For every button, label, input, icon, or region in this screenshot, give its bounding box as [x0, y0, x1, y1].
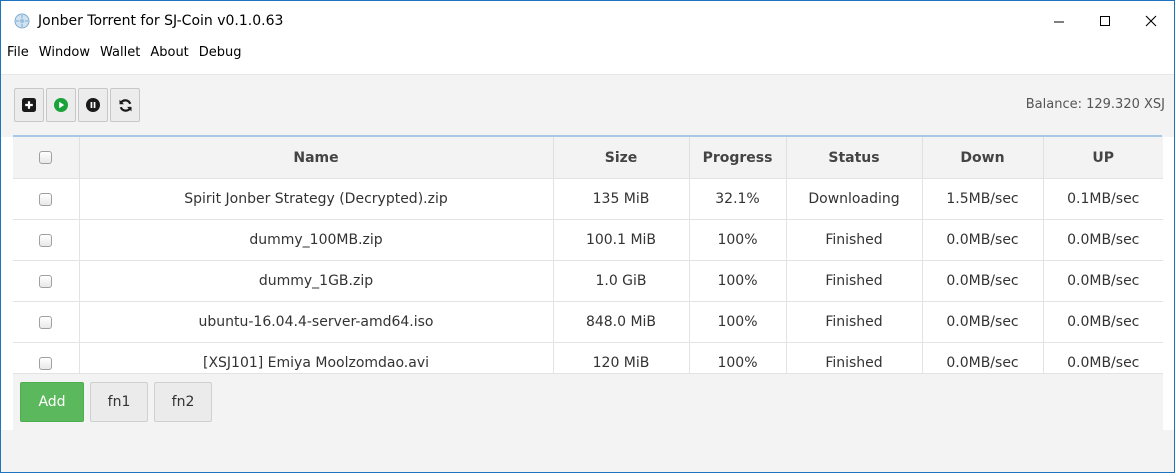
- cell-progress: 32.1%: [688, 178, 786, 220]
- table-row[interactable]: Spirit Jonber Strategy (Decrypted).zip 1…: [13, 178, 1163, 220]
- cell-up: 0.0MB/sec: [1042, 219, 1163, 261]
- app-logo-icon: [14, 13, 30, 29]
- cell-progress: 100%: [688, 260, 786, 302]
- row-checkbox[interactable]: [39, 356, 53, 370]
- cell-down: 0.0MB/sec: [921, 301, 1043, 343]
- cell-down: 0.0MB/sec: [921, 260, 1043, 302]
- minimize-button[interactable]: [1036, 1, 1082, 41]
- menu-wallet[interactable]: Wallet: [100, 45, 140, 60]
- refresh-icon: [119, 98, 131, 112]
- fn1-button[interactable]: fn1: [90, 382, 148, 422]
- cell-down: 1.5MB/sec: [921, 178, 1043, 220]
- menu-bar: File Window Wallet About Debug: [1, 41, 1174, 63]
- cell-size: 100.1 MiB: [552, 219, 689, 261]
- cell-progress: 100%: [688, 301, 786, 343]
- cell-name: dummy_1GB.zip: [78, 260, 553, 302]
- table-row[interactable]: dummy_100MB.zip 100.1 MiB 100% Finished …: [13, 219, 1163, 261]
- wallet-balance: Balance: 129.320 XSJ: [1025, 97, 1165, 112]
- cell-status: Finished: [785, 219, 922, 261]
- menu-debug[interactable]: Debug: [199, 45, 242, 60]
- toolbar: Balance: 129.320 XSJ: [1, 74, 1174, 137]
- cell-name: dummy_100MB.zip: [78, 219, 553, 261]
- add-square-icon: [22, 98, 36, 112]
- app-window: Jonber Torrent for SJ-Coin v0.1.0.63 Fil…: [0, 0, 1175, 473]
- row-checkbox[interactable]: [39, 192, 53, 206]
- header-status[interactable]: Status: [785, 137, 922, 179]
- cell-name: Spirit Jonber Strategy (Decrypted).zip: [78, 178, 553, 220]
- cell-up: 0.0MB/sec: [1042, 260, 1163, 302]
- pause-circle-icon: [86, 98, 100, 112]
- header-down[interactable]: Down: [921, 137, 1043, 179]
- row-checkbox-cell: [13, 178, 79, 220]
- cell-size: 848.0 MiB: [552, 301, 689, 343]
- cell-up: 0.1MB/sec: [1042, 178, 1163, 220]
- header-progress[interactable]: Progress: [688, 137, 786, 179]
- header-name[interactable]: Name: [78, 137, 553, 179]
- row-checkbox[interactable]: [39, 274, 53, 288]
- cell-status: Downloading: [785, 178, 922, 220]
- row-checkbox[interactable]: [39, 233, 53, 247]
- row-checkbox-cell: [13, 260, 79, 302]
- table-header-row: Name Size Progress Status Down UP: [13, 137, 1163, 179]
- menu-about[interactable]: About: [150, 45, 188, 60]
- minimize-icon: [1054, 21, 1064, 23]
- table-row[interactable]: dummy_1GB.zip 1.0 GiB 100% Finished 0.0M…: [13, 260, 1163, 302]
- fn2-button[interactable]: fn2: [154, 382, 212, 422]
- status-area: [1, 430, 1174, 472]
- select-all-checkbox[interactable]: [39, 151, 53, 164]
- title-bar: Jonber Torrent for SJ-Coin v0.1.0.63: [1, 1, 1174, 41]
- cell-status: Finished: [785, 301, 922, 343]
- cell-status: Finished: [785, 260, 922, 302]
- cell-size: 135 MiB: [552, 178, 689, 220]
- cell-size: 1.0 GiB: [552, 260, 689, 302]
- menu-window[interactable]: Window: [39, 45, 90, 60]
- menu-file[interactable]: File: [7, 45, 29, 60]
- action-bar: Add fn1 fn2: [13, 373, 1163, 431]
- row-checkbox-cell: [13, 219, 79, 261]
- cell-name: ubuntu-16.04.4-server-amd64.iso: [78, 301, 553, 343]
- refresh-button[interactable]: [110, 88, 140, 122]
- window-title: Jonber Torrent for SJ-Coin v0.1.0.63: [38, 13, 284, 29]
- row-checkbox[interactable]: [39, 315, 53, 329]
- header-size[interactable]: Size: [552, 137, 689, 179]
- select-all-cell: [13, 137, 79, 179]
- cell-up: 0.0MB/sec: [1042, 301, 1163, 343]
- close-button[interactable]: [1128, 1, 1174, 41]
- torrent-table: Name Size Progress Status Down UP Spirit…: [13, 137, 1163, 383]
- start-button[interactable]: [46, 88, 76, 122]
- play-circle-icon: [54, 98, 68, 112]
- add-button[interactable]: Add: [20, 382, 84, 422]
- table-row[interactable]: ubuntu-16.04.4-server-amd64.iso 848.0 Mi…: [13, 301, 1163, 343]
- maximize-icon: [1100, 16, 1110, 26]
- cell-down: 0.0MB/sec: [921, 219, 1043, 261]
- toolbar-buttons: [14, 88, 142, 122]
- close-icon: [1145, 15, 1157, 27]
- cell-progress: 100%: [688, 219, 786, 261]
- pause-button[interactable]: [78, 88, 108, 122]
- add-torrent-button[interactable]: [14, 88, 44, 122]
- header-up[interactable]: UP: [1042, 137, 1163, 179]
- maximize-button[interactable]: [1082, 1, 1128, 41]
- row-checkbox-cell: [13, 301, 79, 343]
